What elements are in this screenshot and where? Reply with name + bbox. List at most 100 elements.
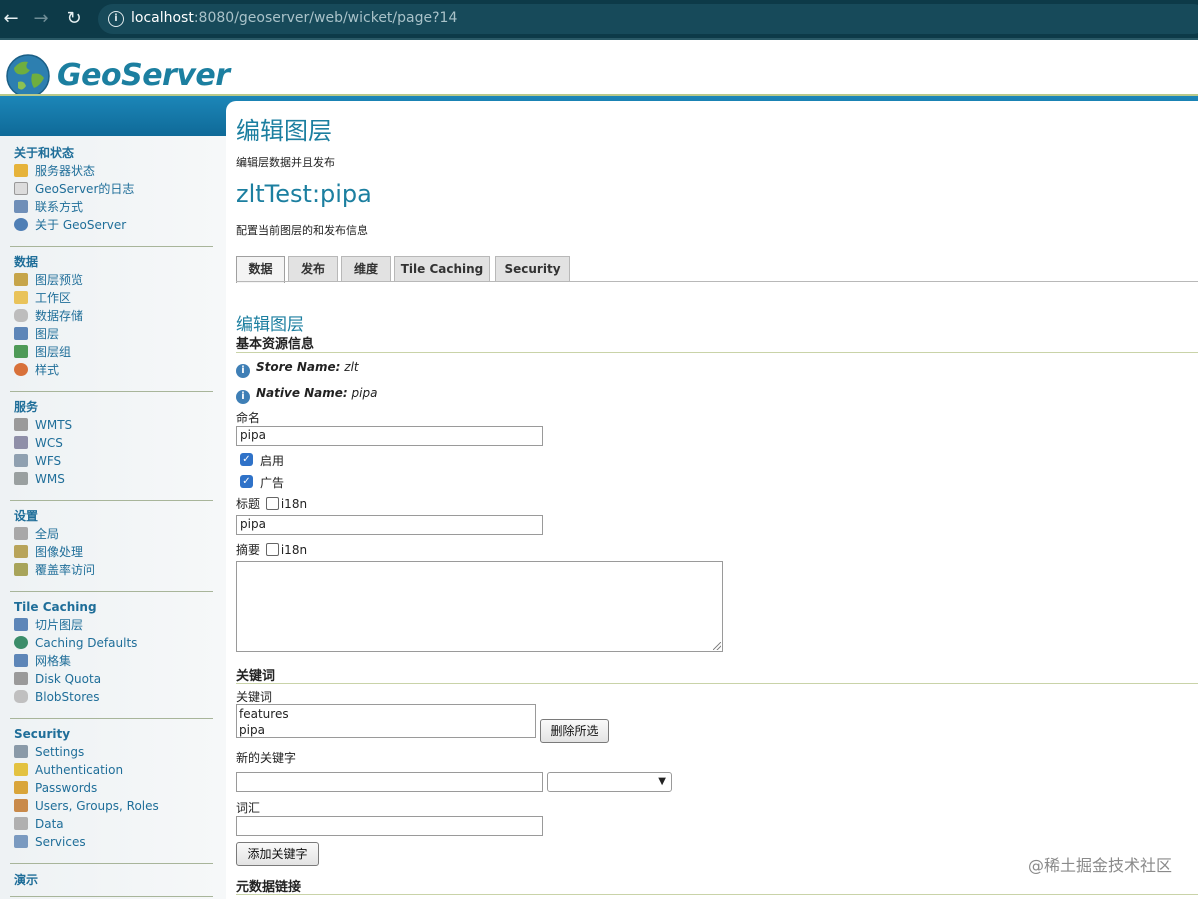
enabled-checkbox[interactable]: ✓ [240,453,253,466]
remove-selected-button[interactable]: 删除所选 [540,719,609,743]
sidebar-item-users-groups-roles[interactable]: Users, Groups, Roles [14,797,213,815]
list-item[interactable]: pipa [239,722,533,738]
tab-security[interactable]: Security [495,256,570,282]
sidebar-item-styles[interactable]: 样式 [14,361,213,379]
keywords-listbox[interactable]: features pipa [236,704,536,738]
name-label: 命名 [236,411,261,425]
sidebar-item-caching-defaults[interactable]: Caching Defaults [14,634,213,652]
sidebar-section-settings: 设置 全局 图像处理 覆盖率访问 [10,507,213,579]
keywords-label: 关键词 [236,690,273,704]
layer-group-icon [14,345,28,358]
sidebar-item-server-status[interactable]: 服务器状态 [14,162,213,180]
sidebar-section-title: 服务 [14,400,39,414]
advertised-checkbox[interactable]: ✓ [240,475,253,488]
sidebar-item-gridsets[interactable]: 网格集 [14,652,213,670]
lock-icon [14,781,28,794]
sidebar-item-security-settings[interactable]: Settings [14,743,213,761]
title-label-row: 标题 i18n [236,495,307,512]
address-url[interactable]: localhost:8080/geoserver/web/wicket/page… [131,10,457,26]
database-icon [14,309,28,322]
service-icon [14,418,28,431]
keyword-language-select[interactable]: ▼ [547,772,672,792]
service-icon [14,454,28,467]
tab-data[interactable]: 数据 [236,256,285,283]
coverage-icon [14,563,28,576]
abstract-textarea[interactable] [236,561,723,652]
blobstore-icon [14,690,28,703]
add-keyword-button[interactable]: 添加关键字 [236,842,319,866]
page-subtitle: 编辑层数据并且发布 [236,156,335,169]
reload-icon[interactable]: ↻ [63,8,85,30]
sidebar: 关于和状态 服务器状态 GeoServer的日志 联系方式 关于 GeoServ… [0,136,226,899]
sidebar-divider [10,246,213,247]
sidebar-item-passwords[interactable]: Passwords [14,779,213,797]
sidebar-item-wms[interactable]: WMS [14,470,213,488]
sidebar-item-data-security[interactable]: Data [14,815,213,833]
map-preview-icon [14,273,28,286]
abstract-i18n-label: i18n [280,543,308,557]
sidebar-item-layers[interactable]: 图层 [14,325,213,343]
sidebar-section-title: 数据 [14,255,39,269]
sidebar-divider [10,863,213,864]
tabs-divider [236,281,1198,282]
sidebar-item-workspaces[interactable]: 工作区 [14,289,213,307]
vocabulary-input[interactable] [236,816,543,836]
sidebar-item-coverage-access[interactable]: 覆盖率访问 [14,561,213,579]
palette-icon [14,363,28,376]
abstract-i18n-checkbox[interactable] [265,543,279,556]
address-bar[interactable]: i localhost:8080/geoserver/web/wicket/pa… [98,4,1198,34]
sidebar-item-blobstores[interactable]: BlobStores [14,688,213,706]
vocabulary-label: 词汇 [236,801,261,815]
info-icon: i [236,390,250,404]
shield-icon [14,763,28,776]
sidebar-item-contact[interactable]: 联系方式 [14,198,213,216]
sidebar-section-title[interactable]: 演示 [14,871,213,889]
tab-dimensions[interactable]: 维度 [341,256,391,282]
data-lock-icon [14,817,28,830]
site-info-icon[interactable]: i [108,11,124,27]
resize-grip-icon[interactable] [713,642,721,650]
service-icon [14,436,28,449]
sidebar-item-stores[interactable]: 数据存储 [14,307,213,325]
sidebar-item-wmts[interactable]: WMTS [14,416,213,434]
sidebar-item-global[interactable]: 全局 [14,525,213,543]
sidebar-section-title: 设置 [14,509,39,523]
name-input[interactable]: pipa [236,426,543,446]
chevron-down-icon: ▼ [658,776,666,787]
sidebar-item-about-geoserver[interactable]: 关于 GeoServer [14,216,213,234]
back-arrow-icon[interactable]: ← [0,8,22,30]
sidebar-item-wfs[interactable]: WFS [14,452,213,470]
sidebar-divider [10,718,213,719]
sidebar-item-services-security[interactable]: Services [14,833,213,851]
sidebar-item-tile-layers[interactable]: 切片图层 [14,616,213,634]
sidebar-section-title: Security [14,727,71,741]
tab-tile-caching[interactable]: Tile Caching [394,256,490,282]
section-title: 编辑图层 [236,315,304,335]
title-i18n-checkbox[interactable] [265,497,279,510]
main-content: 编辑图层 编辑层数据并且发布 zltTest:pipa 配置当前图层的和发布信息… [226,101,1198,899]
new-keyword-input[interactable] [236,772,543,792]
forward-arrow-icon[interactable]: → [30,8,52,30]
title-input[interactable]: pipa [236,515,543,535]
sidebar-item-disk-quota[interactable]: Disk Quota [14,670,213,688]
sidebar-item-authentication[interactable]: Authentication [14,761,213,779]
sidebar-item-image-processing[interactable]: 图像处理 [14,543,213,561]
section-rule [236,894,1198,895]
sidebar-divider [10,591,213,592]
sidebar-item-wcs[interactable]: WCS [14,434,213,452]
sidebar-item-layer-groups[interactable]: 图层组 [14,343,213,361]
page-title: 编辑图层 [236,117,332,145]
image-icon [14,545,28,558]
layer-icon [14,327,28,340]
contact-card-icon [14,200,28,213]
sidebar-section-title: Tile Caching [14,600,97,614]
tab-publishing[interactable]: 发布 [288,256,338,282]
disk-icon [14,672,28,685]
store-name-line: i Store Name: zlt [236,360,359,378]
geoserver-logo-text: GeoServer [57,58,230,93]
sidebar-item-geoserver-logs[interactable]: GeoServer的日志 [14,180,213,198]
abstract-label-row: 摘要 i18n [236,541,307,558]
sidebar-section-data: 数据 图层预览 工作区 数据存储 图层 图层组 样式 [10,253,213,379]
sidebar-item-layer-preview[interactable]: 图层预览 [14,271,213,289]
list-item[interactable]: features [239,706,533,722]
